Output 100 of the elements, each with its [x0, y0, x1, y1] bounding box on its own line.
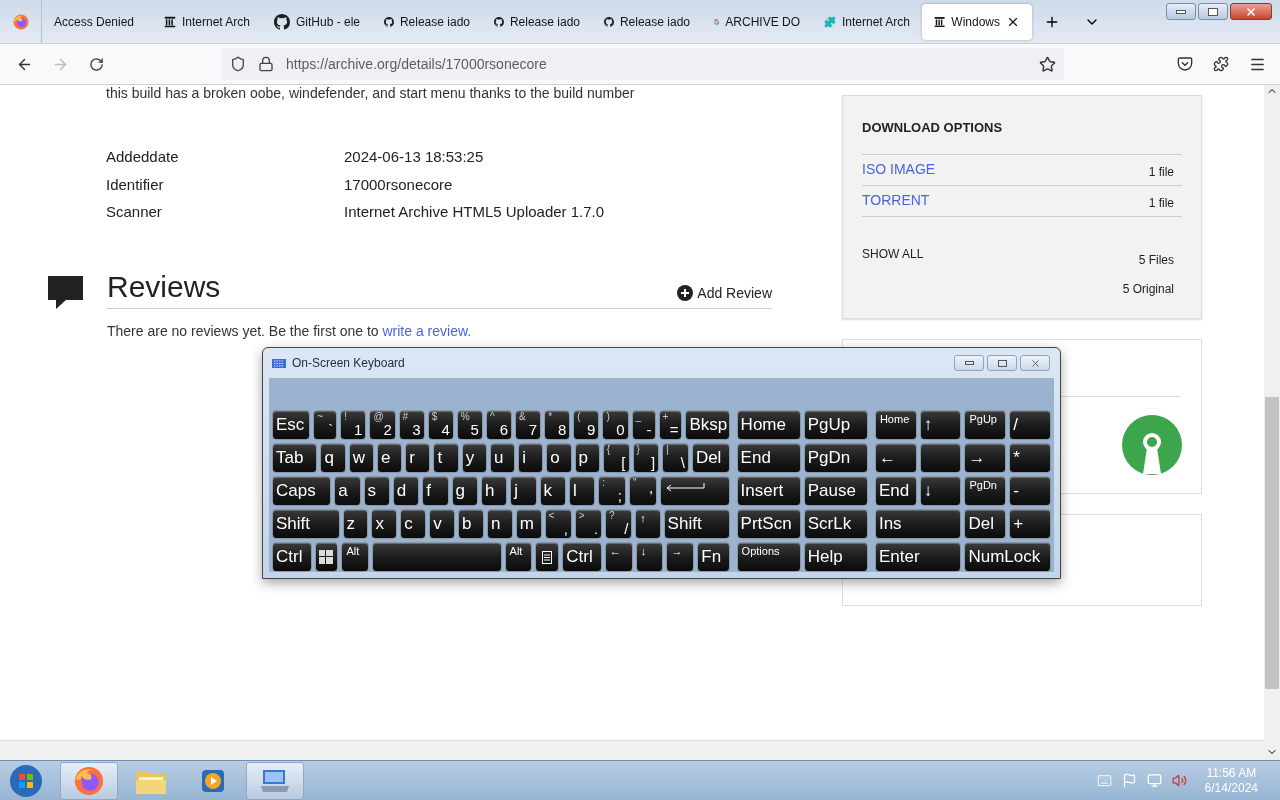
minimize-button[interactable]	[1166, 3, 1196, 20]
keyboard-key[interactable]: Ins	[874, 509, 962, 539]
keyboard-key[interactable]: Options	[736, 542, 801, 572]
keyboard-key[interactable]: Fn	[697, 542, 730, 572]
keyboard-key[interactable]: m	[515, 509, 542, 539]
keyboard-key[interactable]: ↓	[635, 542, 664, 572]
keyboard-key[interactable]: ^ 6	[485, 410, 513, 440]
keyboard-key[interactable]: Bksp	[685, 410, 730, 440]
keyboard-key[interactable]: h	[480, 476, 508, 506]
keyboard-key[interactable]: k	[539, 476, 566, 506]
keyboard-key[interactable]: ) 0	[602, 410, 629, 440]
keyboard-key[interactable]: r	[405, 443, 431, 473]
keyboard-key[interactable]: ↓	[919, 476, 962, 506]
keyboard-key[interactable]: g	[451, 476, 478, 506]
keyboard-key[interactable]: f	[422, 476, 449, 506]
keyboard-key[interactable]: a	[334, 476, 361, 506]
keyboard-key[interactable]: PgUp	[964, 410, 1007, 440]
keyboard-key[interactable]: w	[348, 443, 374, 473]
browser-tab[interactable]: ARCHIVE DO	[702, 3, 812, 40]
taskbar-app[interactable]	[60, 761, 118, 800]
keyboard-key[interactable]: x	[371, 509, 398, 539]
keyboard-key[interactable]: PgUp	[803, 410, 868, 440]
keyboard-key[interactable]: & 7	[515, 410, 542, 440]
keyboard-key[interactable]: j	[510, 476, 537, 506]
close-button[interactable]	[1230, 3, 1272, 20]
keyboard-key[interactable]: # 3	[398, 410, 425, 440]
keyboard-key[interactable]: + =	[658, 410, 683, 440]
keyboard-key[interactable]: l	[568, 476, 596, 506]
keyboard-key[interactable]: +	[1009, 509, 1051, 539]
browser-tab[interactable]: Release iado	[482, 3, 592, 40]
keyboard-key[interactable]: Del	[964, 509, 1007, 539]
keyboard-key[interactable]: i	[518, 443, 544, 473]
keyboard-key[interactable]: ? /	[605, 509, 633, 539]
maximize-button[interactable]	[987, 355, 1017, 371]
keyboard-key[interactable]: Insert	[736, 476, 801, 506]
restore-button[interactable]	[1198, 3, 1228, 20]
keyboard-key[interactable]: End	[874, 476, 917, 506]
keyboard-key[interactable]: ←	[604, 542, 633, 572]
keyboard-key[interactable]: NumLock	[964, 542, 1051, 572]
keyboard-key[interactable]: Ctrl	[562, 542, 602, 572]
keyboard-key[interactable]: End	[736, 443, 801, 473]
keyboard-key[interactable]: ←	[874, 443, 917, 473]
keyboard-key[interactable]: z	[342, 509, 369, 539]
keyboard-key[interactable]: } ]	[632, 443, 660, 473]
keyboard-key[interactable]: PgDn	[964, 476, 1007, 506]
scrollbar-thumb[interactable]	[1265, 397, 1279, 689]
browser-tab[interactable]: GitHub - ele	[262, 3, 372, 40]
keyboard-key[interactable]: Pause	[803, 476, 868, 506]
keyboard-key[interactable]: : ;	[598, 476, 626, 506]
add-review-button[interactable]: Add Review	[677, 282, 772, 304]
blank-key[interactable]	[919, 443, 962, 473]
keyboard-key[interactable]: PrtScn	[736, 509, 801, 539]
keyboard-key[interactable]: Ctrl	[272, 542, 312, 572]
keyboard-key[interactable]: c	[400, 509, 427, 539]
keyboard-key[interactable]: ↑	[635, 509, 661, 539]
keyboard-key[interactable]: { [	[602, 443, 630, 473]
keyboard-key[interactable]	[314, 542, 339, 572]
keyboard-key[interactable]: o	[546, 443, 572, 473]
keyboard-key[interactable]: →	[964, 443, 1007, 473]
keyboard-key[interactable]: ScrLk	[803, 509, 868, 539]
keyboard-key[interactable]	[535, 542, 560, 572]
space-key[interactable]	[372, 542, 502, 572]
keyboard-key[interactable]: e	[376, 443, 403, 473]
keyboard-key[interactable]: * 8	[544, 410, 571, 440]
keyboard-key[interactable]: % 5	[456, 410, 483, 440]
keyboard-key[interactable]: p	[574, 443, 600, 473]
keyboard-key[interactable]: > .	[574, 509, 603, 539]
minimize-button[interactable]	[954, 355, 984, 371]
keyboard-key[interactable]: u	[489, 443, 516, 473]
keyboard-key[interactable]: s	[363, 476, 390, 506]
keyboard-key[interactable]: $ 4	[427, 410, 454, 440]
keyboard-key[interactable]: @ 2	[369, 410, 396, 440]
keyboard-key[interactable]	[659, 476, 730, 506]
keyboard-key[interactable]: v	[429, 509, 455, 539]
keyboard-key[interactable]: " '	[628, 476, 657, 506]
keyboard-key[interactable]: ! 1	[340, 410, 367, 440]
download-option-link[interactable]: TORRENT	[862, 190, 930, 211]
keyboard-key[interactable]: Home	[874, 410, 917, 440]
keyboard-key[interactable]: _ -	[631, 410, 656, 440]
keyboard-key[interactable]: →	[666, 542, 695, 572]
browser-tab[interactable]: Windows	[922, 3, 1032, 40]
keyboard-key[interactable]: Enter	[874, 542, 962, 572]
keyboard-key[interactable]: PgDn	[803, 443, 868, 473]
keyboard-key[interactable]: t	[433, 443, 459, 473]
keyboard-key[interactable]: y	[461, 443, 487, 473]
keyboard-key[interactable]: Shift	[663, 509, 730, 539]
show-all-link[interactable]: SHOW ALL	[862, 244, 924, 263]
keyboard-key[interactable]: ↑	[919, 410, 962, 440]
keyboard-key[interactable]: Alt	[504, 542, 533, 572]
keyboard-key[interactable]: < ,	[544, 509, 572, 539]
keyboard-key[interactable]: /	[1009, 410, 1051, 440]
keyboard-key[interactable]: Esc	[272, 410, 311, 440]
keyboard-key[interactable]: *	[1009, 443, 1051, 473]
taskbar-app[interactable]	[246, 761, 304, 800]
browser-tab[interactable]: Internet Arch	[152, 3, 262, 40]
keyboard-key[interactable]: Caps	[272, 476, 332, 506]
keyboard-key[interactable]: Tab	[272, 443, 318, 473]
keyboard-key[interactable]: d	[392, 476, 420, 506]
keyboard-key[interactable]: Home	[736, 410, 801, 440]
keyboard-key[interactable]: b	[458, 509, 484, 539]
